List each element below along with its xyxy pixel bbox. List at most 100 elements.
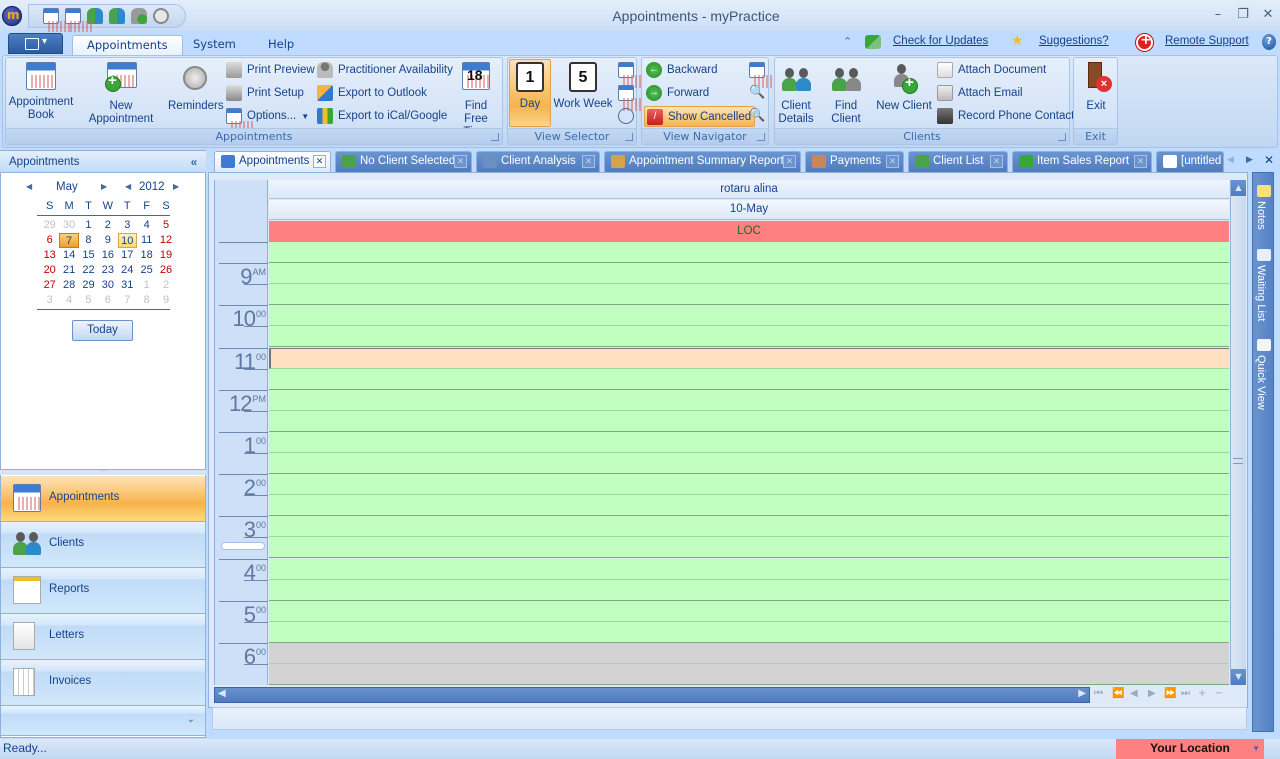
- scroll-right-icon[interactable]: ▶: [1078, 688, 1086, 699]
- time-slot[interactable]: [269, 664, 1229, 685]
- find-client-button[interactable]: Find Client: [819, 60, 873, 126]
- nav-item-letters[interactable]: Letters: [1, 614, 205, 660]
- work-week-button[interactable]: 5 Work Week: [553, 60, 613, 111]
- time-slot[interactable]: [269, 474, 1229, 496]
- zoom-in-icon[interactable]: 🔍: [749, 85, 765, 101]
- calendar-day[interactable]: 21: [59, 263, 78, 278]
- close-tab-icon[interactable]: ✕: [313, 155, 326, 168]
- calendar-day[interactable]: 19: [156, 248, 175, 263]
- time-slot-selected[interactable]: [269, 347, 1229, 369]
- time-slot[interactable]: [269, 579, 1229, 601]
- time-slot[interactable]: [269, 410, 1229, 432]
- dialog-launcher-icon[interactable]: [491, 133, 499, 141]
- record-phone-button[interactable]: Record Phone Contact: [937, 106, 1074, 126]
- calendar-day[interactable]: 29: [79, 278, 98, 293]
- calendar-day[interactable]: 9: [98, 233, 117, 248]
- side-panel-quick-view[interactable]: Quick View: [1255, 355, 1267, 410]
- time-slot[interactable]: [269, 284, 1229, 306]
- calendar-day[interactable]: 16: [98, 248, 117, 263]
- doc-tab[interactable]: [untitled: [1156, 151, 1224, 172]
- tabs-scroll-left-icon[interactable]: ◀: [1227, 155, 1234, 165]
- first-resource-icon[interactable]: ⏮: [1094, 688, 1103, 699]
- time-slot[interactable]: [269, 431, 1229, 453]
- calendar-day[interactable]: 17: [118, 248, 137, 263]
- timeline-view-icon[interactable]: [618, 108, 634, 124]
- splitter-handle[interactable]: ····: [0, 469, 206, 475]
- decrease-resources-icon[interactable]: −: [1215, 688, 1224, 699]
- time-slot[interactable]: [269, 305, 1229, 327]
- doc-tab[interactable]: Appointment Summary Report ✕: [604, 151, 801, 172]
- close-tab-icon[interactable]: ✕: [582, 155, 595, 168]
- minimize-ribbon-icon[interactable]: ⌃: [843, 35, 852, 48]
- nav-item-appointments[interactable]: Appointments: [1, 476, 205, 522]
- location-selector[interactable]: Your Location ▼: [1116, 739, 1264, 759]
- scroll-up-button[interactable]: ▲: [1231, 180, 1246, 196]
- time-slot[interactable]: [269, 600, 1229, 622]
- nav-item-clients[interactable]: Clients: [1, 522, 205, 568]
- month-view-icon[interactable]: [618, 85, 645, 111]
- time-slot[interactable]: [269, 558, 1229, 580]
- help-icon[interactable]: ?: [1262, 34, 1276, 50]
- time-slot[interactable]: [269, 537, 1229, 559]
- calendar-day[interactable]: 9: [156, 293, 175, 308]
- calendar-day[interactable]: 26: [156, 263, 175, 278]
- calendar-day[interactable]: 30: [98, 278, 117, 293]
- nav-pane-overflow[interactable]: ⌄: [1, 706, 205, 736]
- ribbon-tab-system[interactable]: System: [179, 35, 250, 56]
- doc-tab[interactable]: No Client Selected ✕: [335, 151, 472, 172]
- calendar-day[interactable]: 25: [137, 263, 156, 278]
- reminders-button[interactable]: Reminders: [168, 60, 224, 113]
- time-slot[interactable]: [269, 368, 1229, 390]
- go-to-today-icon[interactable]: [749, 62, 776, 88]
- next-month-button[interactable]: ▶: [101, 182, 107, 191]
- calendar-day[interactable]: 11: [137, 233, 156, 248]
- ribbon-tab-appointments[interactable]: Appointments: [72, 35, 183, 56]
- dialog-launcher-icon[interactable]: [757, 133, 765, 141]
- close-tab-icon[interactable]: ✕: [1264, 153, 1274, 167]
- doc-tab[interactable]: Item Sales Report ✕: [1012, 151, 1152, 172]
- doc-tab[interactable]: Client List ✕: [908, 151, 1008, 172]
- week-view-icon[interactable]: [618, 62, 645, 88]
- time-slot[interactable]: [269, 516, 1229, 538]
- calendar-day[interactable]: 24: [118, 263, 137, 278]
- print-setup-button[interactable]: Print Setup: [226, 83, 304, 103]
- last-resource-icon[interactable]: ⏭: [1181, 688, 1190, 699]
- nav-item-reports[interactable]: Reports: [1, 568, 205, 614]
- time-slot[interactable]: [269, 389, 1229, 411]
- time-slot[interactable]: [269, 495, 1229, 517]
- time-slots[interactable]: [269, 242, 1229, 685]
- time-slot[interactable]: [269, 453, 1229, 474]
- dialog-launcher-icon[interactable]: [625, 133, 633, 141]
- time-slot[interactable]: [269, 642, 1229, 664]
- calendar-day[interactable]: 4: [59, 293, 78, 308]
- calendar-day[interactable]: 5: [156, 218, 175, 233]
- doc-tab[interactable]: Appointments ✕: [214, 151, 331, 172]
- appointment-book-button[interactable]: Appointment Book: [8, 60, 74, 122]
- suggestions-link[interactable]: Suggestions?: [1039, 35, 1109, 47]
- calendar-day[interactable]: 30: [59, 218, 78, 233]
- calendar-day[interactable]: 6: [40, 233, 59, 248]
- time-slot[interactable]: [269, 326, 1229, 348]
- new-appointment-button[interactable]: New Appointment: [76, 60, 166, 126]
- check-updates-link[interactable]: Check for Updates: [893, 35, 988, 47]
- export-ical-button[interactable]: Export to iCal/Google: [317, 106, 447, 126]
- increase-resources-icon[interactable]: +: [1198, 688, 1207, 699]
- calendar-day[interactable]: 28: [59, 278, 78, 293]
- calendar-day[interactable]: 29: [40, 218, 59, 233]
- side-panel-waiting-list[interactable]: Waiting List: [1255, 265, 1267, 321]
- next-year-button[interactable]: ▶: [173, 182, 179, 191]
- calendar-day[interactable]: 7: [118, 293, 137, 308]
- prev-year-button[interactable]: ◀: [125, 182, 131, 191]
- calendar-day-today[interactable]: 7: [59, 233, 79, 248]
- close-tab-icon[interactable]: ✕: [1134, 155, 1147, 168]
- calendar-day[interactable]: 6: [98, 293, 117, 308]
- time-slot[interactable]: [269, 263, 1229, 285]
- scroll-left-icon[interactable]: ◀: [218, 688, 226, 699]
- remote-support-link[interactable]: Remote Support: [1165, 35, 1249, 47]
- tabs-scroll-right-icon[interactable]: ▶: [1246, 155, 1253, 165]
- calendar-day[interactable]: 18: [137, 248, 156, 263]
- doc-tab[interactable]: Payments ✕: [805, 151, 904, 172]
- backward-button[interactable]: ← Backward: [646, 60, 718, 80]
- new-client-button[interactable]: New Client: [876, 60, 932, 113]
- calendar-day[interactable]: 22: [79, 263, 98, 278]
